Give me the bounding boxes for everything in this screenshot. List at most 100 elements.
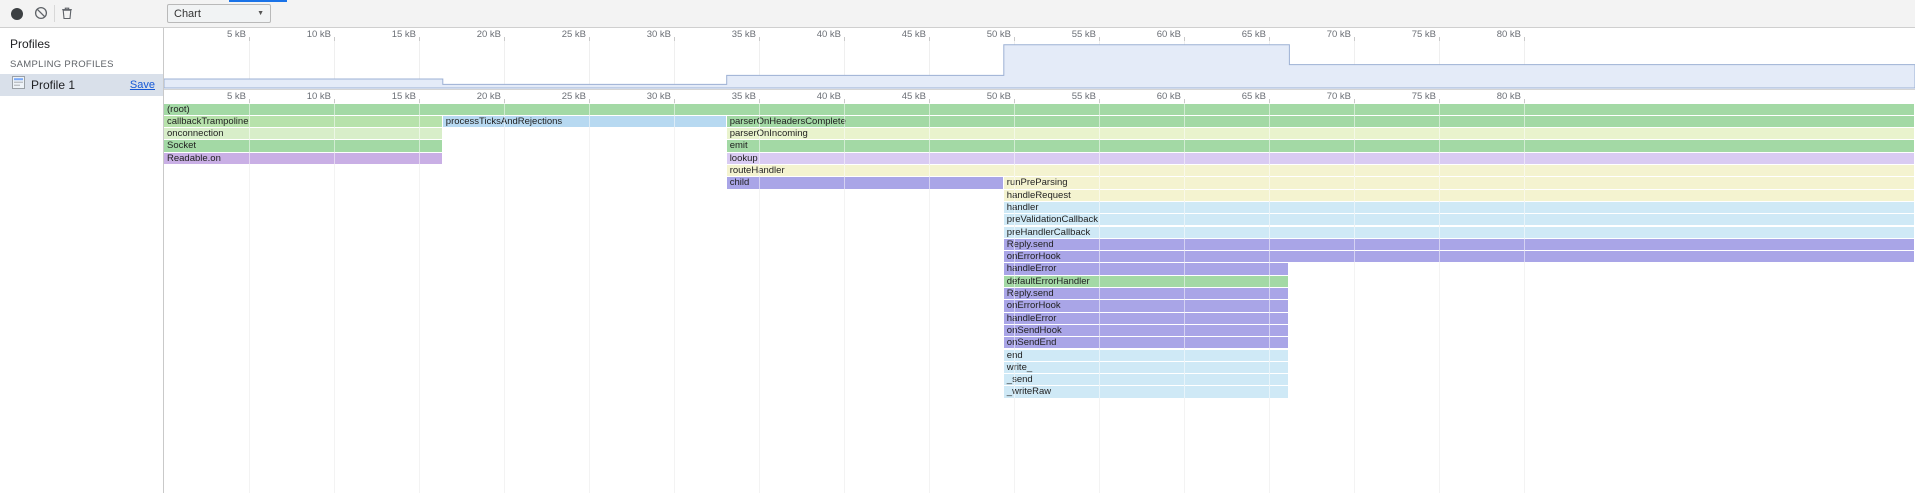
delete-profile-button[interactable] [56, 3, 78, 25]
ruler-tick-label: 55 kB [1036, 29, 1096, 40]
flame-chart[interactable]: (root)callbackTrampolineprocessTicksAndR… [164, 103, 1915, 493]
profile-name: Profile 1 [31, 78, 130, 92]
flame-frame[interactable]: handleError [1004, 263, 1289, 274]
flame-frame[interactable]: onSendEnd [1004, 337, 1289, 348]
gridline [1524, 103, 1525, 493]
ruler-tick-label: 75 kB [1376, 29, 1436, 40]
flame-frame[interactable]: runPreParsing [1004, 177, 1914, 188]
flame-frame[interactable]: preHandlerCallback [1004, 227, 1914, 238]
ruler-tick-label: 20 kB [441, 29, 501, 40]
flame-frame[interactable]: onErrorHook [1004, 300, 1289, 311]
ruler-tick-label: 20 kB [441, 91, 501, 102]
ruler-tick-label: 70 kB [1291, 29, 1351, 40]
gridline [589, 103, 590, 493]
chevron-down-icon: ▼ [257, 10, 264, 17]
gridline [1354, 103, 1355, 493]
overview-ruler: 5 kB10 kB15 kB20 kB25 kB30 kB35 kB40 kB4… [164, 28, 1915, 41]
profile-icon [12, 76, 25, 94]
ruler-tick-label: 30 kB [611, 29, 671, 40]
ruler-tick-label: 80 kB [1461, 29, 1521, 40]
flame-frame[interactable]: handleRequest [1004, 190, 1914, 201]
ruler-tick-label: 5 kB [186, 91, 246, 102]
gridline [1014, 103, 1015, 493]
ruler-tick-label: 25 kB [526, 91, 586, 102]
view-mode-value: Chart [174, 8, 201, 20]
allocation-overview[interactable]: 5 kB10 kB15 kB20 kB25 kB30 kB35 kB40 kB4… [164, 28, 1915, 90]
gridline [1184, 103, 1185, 493]
record-icon [11, 8, 23, 20]
flame-frame[interactable]: handleError [1004, 313, 1289, 324]
flame-frame[interactable]: child [727, 177, 1003, 188]
gridline [674, 103, 675, 493]
ruler-tick-label: 40 kB [781, 91, 841, 102]
flame-ruler: 5 kB10 kB15 kB20 kB25 kB30 kB35 kB40 kB4… [164, 90, 1915, 103]
gridline [504, 103, 505, 493]
flame-frame[interactable]: end [1004, 350, 1289, 361]
flame-frame[interactable]: handler [1004, 202, 1914, 213]
gridline [1099, 103, 1100, 493]
gridline [419, 103, 420, 493]
flame-frame[interactable]: defaultErrorHandler [1004, 276, 1289, 287]
ruler-tick-label: 10 kB [271, 91, 331, 102]
flame-frame[interactable]: onconnection [164, 128, 442, 139]
sampling-profiles-heading: SAMPLING PROFILES [10, 59, 114, 70]
flame-frame[interactable]: Reply.send [1004, 288, 1289, 299]
overview-silhouette [164, 41, 1915, 89]
profile-item-selected[interactable]: Profile 1 Save [0, 74, 163, 96]
flame-frame[interactable]: parserOnIncoming [727, 128, 1914, 139]
ruler-tick-label: 45 kB [866, 29, 926, 40]
ruler-tick-label: 50 kB [951, 29, 1011, 40]
ruler-tick-label: 35 kB [696, 29, 756, 40]
record-button[interactable] [6, 3, 28, 25]
flame-frame[interactable]: write_ [1004, 362, 1289, 373]
gridline [929, 103, 930, 493]
save-profile-link[interactable]: Save [130, 79, 155, 91]
ruler-tick-label: 15 kB [356, 91, 416, 102]
ruler-tick-label: 25 kB [526, 29, 586, 40]
gridline [759, 103, 760, 493]
flame-frame[interactable]: emit [727, 140, 1914, 151]
ruler-tick-label: 50 kB [951, 91, 1011, 102]
gridline [1439, 103, 1440, 493]
ruler-tick-label: 65 kB [1206, 29, 1266, 40]
ruler-tick-label: 60 kB [1121, 91, 1181, 102]
flame-frame[interactable]: preValidationCallback [1004, 214, 1914, 225]
ruler-tick-label: 80 kB [1461, 91, 1521, 102]
flame-frame[interactable]: _send [1004, 374, 1289, 385]
ruler-tick-label: 75 kB [1376, 91, 1436, 102]
ruler-tick-label: 5 kB [186, 29, 246, 40]
trash-icon [60, 6, 74, 23]
toolbar-separator [54, 5, 55, 22]
clear-button[interactable] [30, 3, 52, 25]
flame-frame[interactable]: processTicksAndRejections [443, 116, 726, 127]
flame-frame[interactable]: _writeRaw [1004, 386, 1289, 397]
flame-frame[interactable]: onSendHook [1004, 325, 1289, 336]
active-tab-indicator [229, 0, 287, 2]
flame-frame[interactable]: Readable.on [164, 153, 442, 164]
flame-frame[interactable]: Reply.send [1004, 239, 1914, 250]
flame-frame[interactable]: Socket [164, 140, 442, 151]
ruler-tick-label: 60 kB [1121, 29, 1181, 40]
view-mode-select[interactable]: Chart ▼ [167, 4, 271, 23]
ruler-tick-label: 35 kB [696, 91, 756, 102]
clear-icon [34, 6, 48, 23]
gridline [249, 103, 250, 493]
flame-chart-pane: 5 kB 10 kB 15 kB 20 kB 25 kB 30 kB 35 kB 40 kB 4… [164, 28, 1915, 493]
ruler-tick-label: 40 kB [781, 29, 841, 40]
flame-frame[interactable]: (root) [164, 104, 1914, 115]
profiles-sidebar: Profiles SAMPLING PROFILES Profile 1 Sav… [0, 28, 164, 493]
flame-frame[interactable]: parserOnHeadersComplete [727, 116, 1914, 127]
ruler-tick-label: 10 kB [271, 29, 331, 40]
flame-frame[interactable]: lookup [727, 153, 1914, 164]
gridline [844, 103, 845, 493]
overview-shape [164, 45, 1915, 88]
ruler-tick-label: 65 kB [1206, 91, 1266, 102]
profiler-toolbar: Chart ▼ [0, 0, 1915, 28]
gridline [334, 103, 335, 493]
gridline [1269, 103, 1270, 493]
flame-frame[interactable]: onErrorHook [1004, 251, 1914, 262]
ruler-tick-label: 30 kB [611, 91, 671, 102]
flame-frame[interactable]: routeHandler [727, 165, 1914, 176]
ruler-tick-label: 55 kB [1036, 91, 1096, 102]
flame-frame[interactable]: callbackTrampoline [164, 116, 442, 127]
